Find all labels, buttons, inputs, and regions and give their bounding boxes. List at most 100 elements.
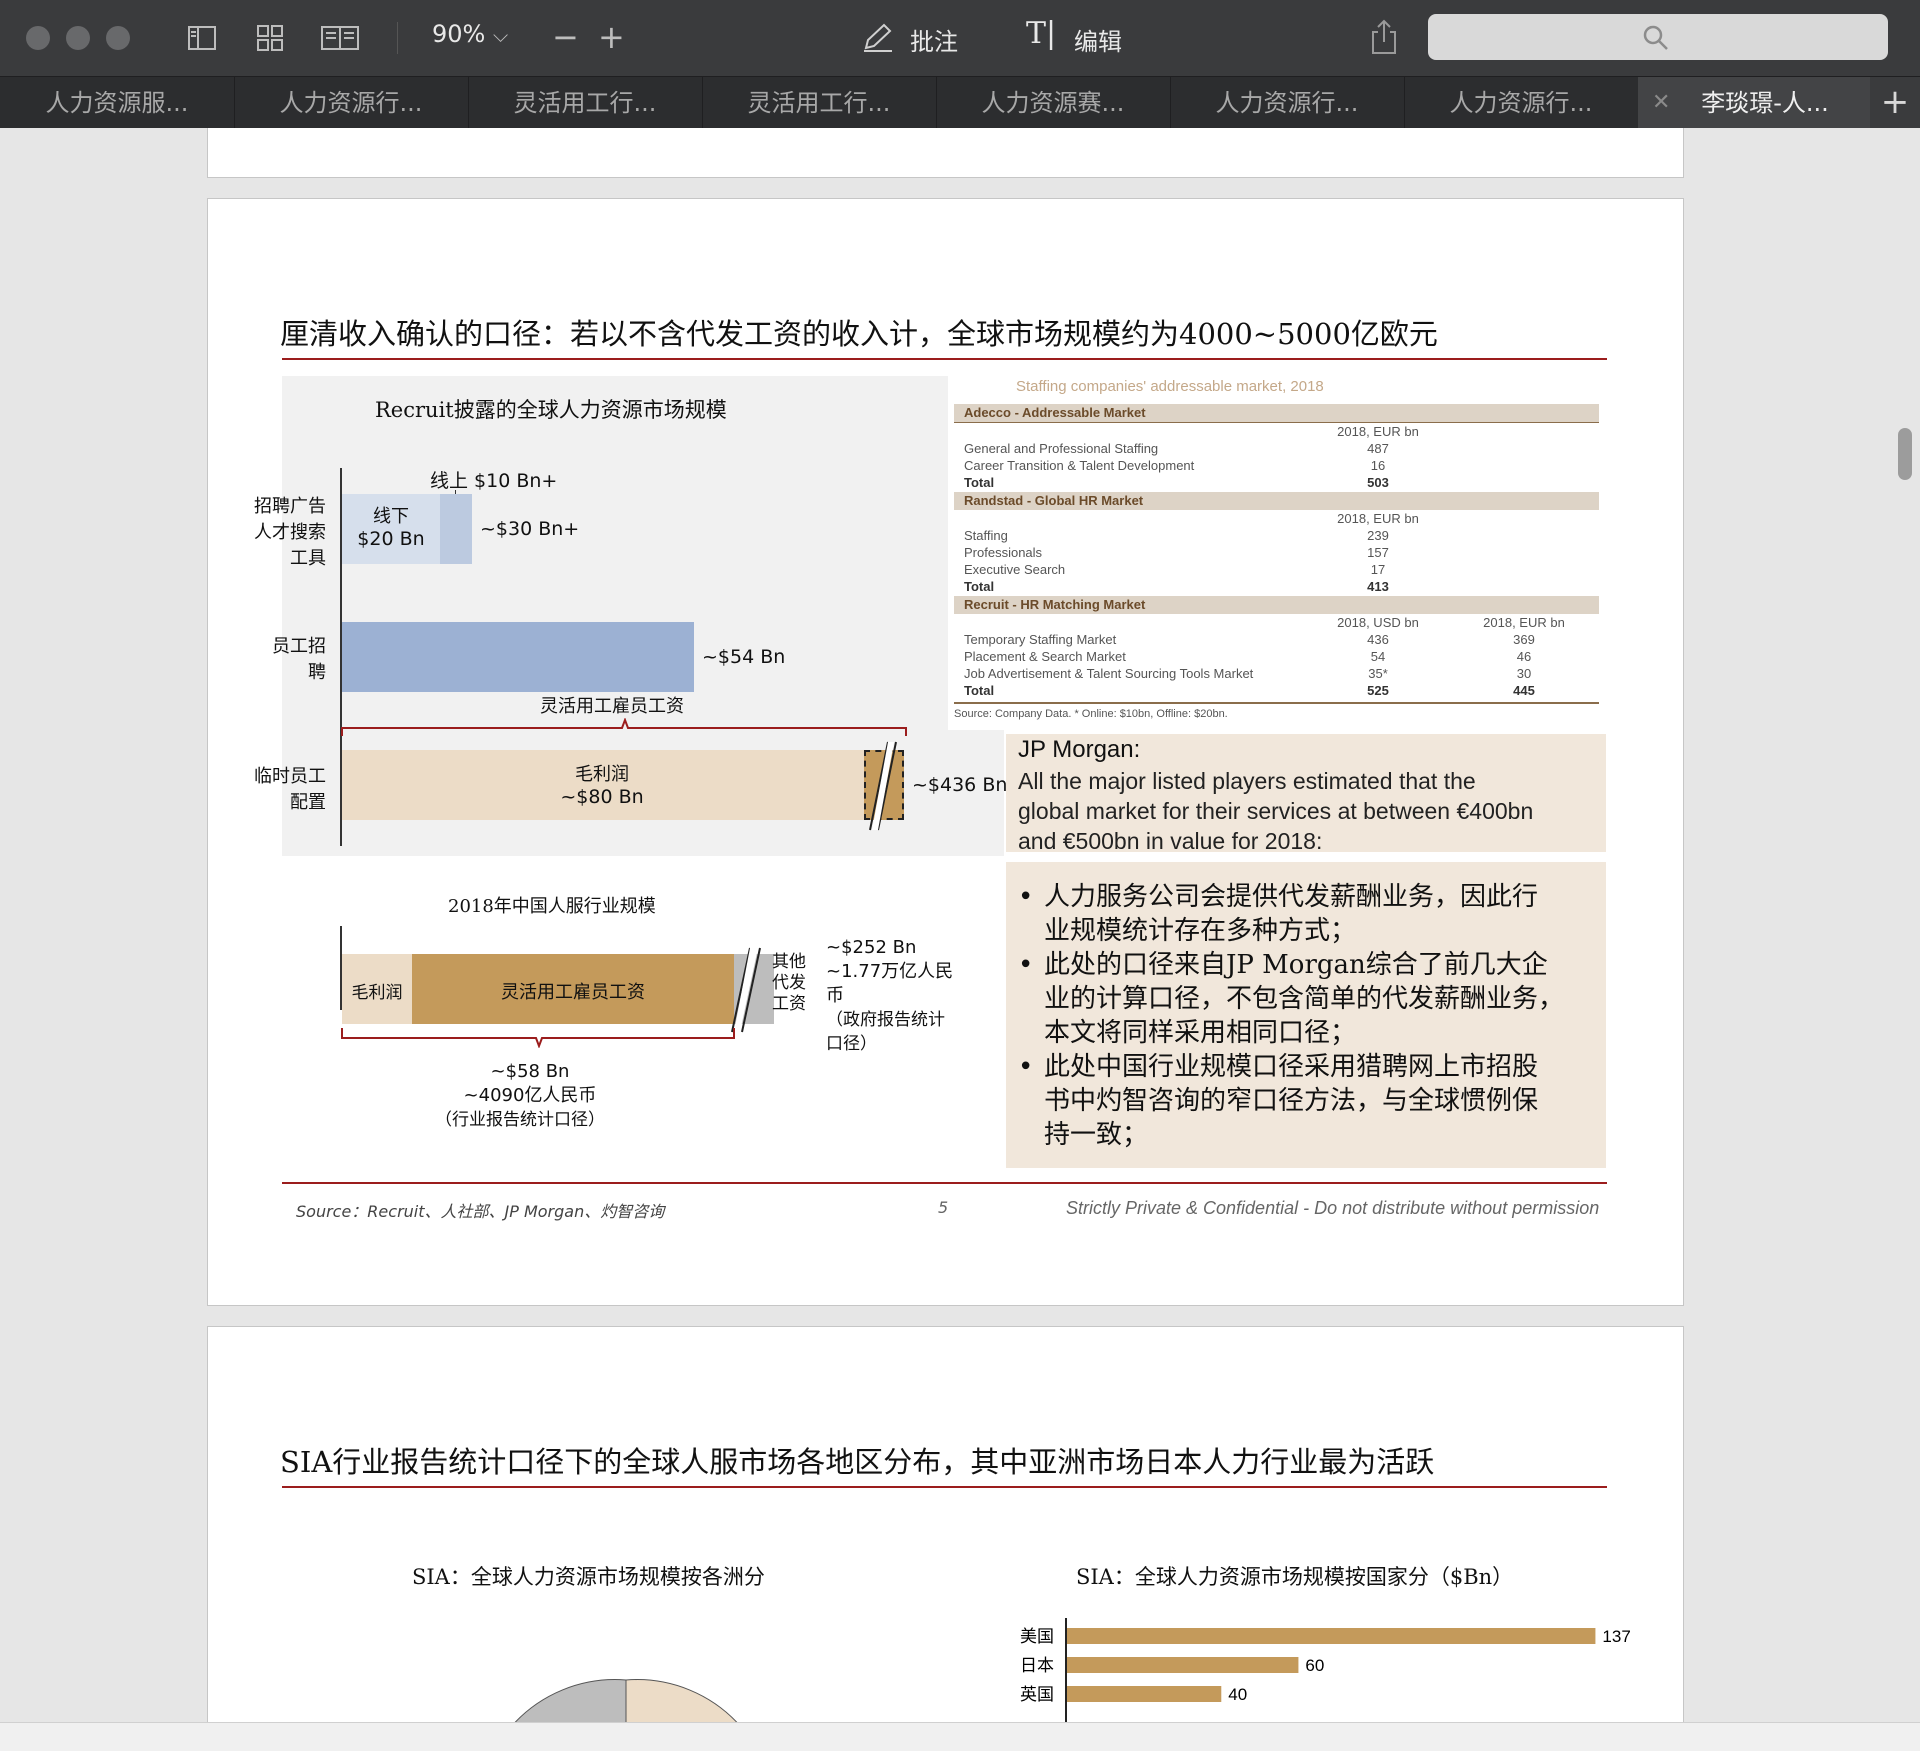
- china-core-rmb: ~4090亿人民币: [463, 1085, 597, 1106]
- status-strip: [0, 1722, 1920, 1751]
- zoom-in-icon[interactable]: +: [598, 21, 630, 54]
- table-title: Staffing companies' addressable market, …: [1016, 378, 1324, 395]
- tab-2[interactable]: 人力资源行...: [234, 77, 469, 129]
- china-total-rmb-1: ~1.77万亿人民: [826, 961, 954, 982]
- row-label-temp: 临时员工 配置: [246, 762, 326, 814]
- pie-slice: [625, 1679, 738, 1722]
- annotate-icon[interactable]: [860, 22, 896, 54]
- recruit-eur-2: 46: [1516, 649, 1532, 664]
- note-item-1: • 人力服务公司会提供代发薪酬业务，因此行 业规模统计存在多种方式；: [1016, 880, 1600, 948]
- row-label-ads-3: 工具: [290, 548, 326, 569]
- zoom-out-icon[interactable]: −: [552, 21, 584, 54]
- note-2-line-2: 业的计算口径，不包含简单的代发薪酬业务，: [1044, 984, 1565, 1014]
- edit-button[interactable]: 编辑: [1074, 22, 1122, 57]
- randstad-row-3: Executive Search: [964, 562, 1066, 577]
- tab-5[interactable]: 人力资源赛...: [936, 77, 1171, 129]
- footer-confidential: Strictly Private & Confidential - Do not…: [1066, 1198, 1600, 1218]
- page-6-title: SIA行业报告统计口径下的全球人服市场各地区分布，其中亚洲市场日本人力行业最为活…: [280, 1445, 1435, 1479]
- adecco-row-2: Career Transition & Talent Development: [964, 458, 1195, 473]
- gross-profit-label-2: ~$80 Bn: [560, 786, 644, 808]
- row-label-recruiting: 员工招 聘: [246, 632, 326, 684]
- recruit-usd-1: 436: [1367, 632, 1389, 647]
- online-label: 线上 $10 Bn+: [430, 470, 558, 492]
- bar-value-label: 137: [1602, 1627, 1630, 1646]
- pie-chart: [514, 1679, 738, 1722]
- tab-7[interactable]: 人力资源行...: [1404, 77, 1639, 129]
- close-tab-icon[interactable]: ✕: [1652, 77, 1670, 129]
- adecco-header: Adecco - Addressable Market: [954, 404, 1599, 422]
- recruit-eur-3: 30: [1516, 666, 1532, 681]
- bullet-dot: •: [1018, 1052, 1034, 1082]
- page-title: 厘清收入确认的口径：若以不含代发工资的收入计，全球市场规模约为4000~5000…: [280, 317, 1438, 351]
- china-chart-title: 2018年中国人服行业规模: [448, 896, 656, 917]
- col-eur-header-3: 2018, EUR bn: [1483, 615, 1565, 630]
- bar-mark: [1067, 1686, 1222, 1702]
- flex-wage-label: 灵活用工雇员工资: [540, 696, 684, 717]
- bar-value-label: 40: [1228, 1685, 1247, 1704]
- note-2-line-3: 本文将同样采用相同口径；: [1044, 1018, 1357, 1048]
- axis-break-icon: [869, 741, 897, 831]
- randstad-value-total: 413: [1367, 579, 1389, 594]
- offline-label-2: $20 Bn: [357, 528, 425, 550]
- recruit-row-1: Temporary Staffing Market: [964, 632, 1117, 647]
- china-total-note-1: （政府报告统计: [826, 1010, 945, 1030]
- tab-4[interactable]: 灵活用工行...: [702, 77, 937, 129]
- chevron-down-icon: ⌵: [492, 23, 509, 47]
- annotate-button[interactable]: 批注: [910, 22, 958, 57]
- pie-chart-title: SIA：全球人力资源市场规模按各洲分: [412, 1565, 765, 1589]
- note-3-line-3: 持一致；: [1044, 1120, 1149, 1150]
- row-label-ads-1: 招聘广告: [254, 496, 326, 517]
- table-source: Source: Company Data. * Online: $10bn, O…: [954, 708, 1228, 720]
- new-tab-button[interactable]: +: [1870, 77, 1920, 129]
- toolbar: 90% ⌵ − + 批注 T| 编辑: [0, 0, 1920, 76]
- row-label-recruiting-2: 聘: [308, 662, 326, 683]
- minimize-window-button[interactable]: [66, 26, 90, 50]
- randstad-value-2: 157: [1367, 545, 1389, 560]
- randstad-row-2: Professionals: [964, 545, 1043, 560]
- document-area[interactable]: 厘清收入确认的口径：若以不含代发工资的收入计，全球市场规模约为4000~5000…: [0, 128, 1920, 1722]
- note-item-2: • 此处的口径来自JP Morgan综合了前几大企 业的计算口径，不包含简单的代…: [1016, 948, 1600, 1050]
- vertical-scrollbar[interactable]: [1898, 428, 1912, 480]
- note-text-2: 此处的口径来自JP Morgan综合了前几大企 业的计算口径，不包含简单的代发薪…: [1044, 948, 1564, 1050]
- tab-active[interactable]: ✕ 李琰璟-人...: [1638, 77, 1873, 129]
- adecco-value-1: 487: [1367, 441, 1389, 456]
- row-label-temp-1: 临时员工: [254, 766, 326, 787]
- grid-view-icon[interactable]: [254, 22, 286, 54]
- share-icon[interactable]: [1368, 18, 1400, 56]
- close-window-button[interactable]: [26, 26, 50, 50]
- china-total-labels: ~$252 Bn ~1.77万亿人民 币 （政府报告统计 口径）: [826, 936, 953, 1056]
- tab-6[interactable]: 人力资源行...: [1170, 77, 1405, 129]
- footer-rule: [282, 1182, 1607, 1184]
- sidebar-toggle-icon[interactable]: [186, 22, 218, 54]
- bar-value-label: 60: [1305, 1656, 1324, 1675]
- row-label-ads-2: 人才搜索: [254, 522, 326, 543]
- col-eur-header-2: 2018, EUR bn: [1337, 511, 1419, 526]
- jpm-heading: JP Morgan:: [1018, 736, 1141, 763]
- note-3-line-1: 此处中国行业规模口径采用猎聘网上市招股: [1044, 1052, 1539, 1082]
- recruit-row-3: Job Advertisement & Talent Sourcing Tool…: [964, 666, 1254, 681]
- row-label-recruiting-1: 员工招: [272, 636, 326, 657]
- bar-category-label: 美国: [1020, 1627, 1054, 1647]
- tab-3[interactable]: 灵活用工行...: [468, 77, 703, 129]
- page-6-title-rule: [282, 1486, 1607, 1488]
- recruit-row-2: Placement & Search Market: [964, 649, 1126, 664]
- jpm-text: All the major listed players estimated t…: [1018, 766, 1533, 856]
- china-axis-break-icon: [731, 947, 761, 1033]
- title-rule: [282, 358, 1607, 360]
- randstad-value-1: 239: [1367, 528, 1389, 543]
- search-input[interactable]: [1428, 14, 1888, 60]
- online-bar: [440, 494, 472, 564]
- china-total-usd: ~$252 Bn: [826, 937, 917, 958]
- note-3-line-2: 书中灼智咨询的窄口径方法，与全球惯例保: [1044, 1086, 1539, 1116]
- bullet-dot: •: [1018, 882, 1034, 912]
- text-edit-icon[interactable]: T|: [1026, 16, 1056, 51]
- note-1-line-2: 业规模统计存在多种方式；: [1044, 916, 1357, 946]
- recruit-eur-1: 369: [1513, 632, 1535, 647]
- reading-view-icon[interactable]: [320, 22, 360, 54]
- zoom-select[interactable]: 90% ⌵: [432, 20, 508, 48]
- randstad-value-3: 17: [1370, 562, 1386, 577]
- jpm-line-2: global market for their services at betw…: [1018, 798, 1534, 824]
- tab-1[interactable]: 人力资源服...: [0, 77, 235, 129]
- zoom-window-button[interactable]: [106, 26, 130, 50]
- toolbar-divider: [397, 22, 398, 54]
